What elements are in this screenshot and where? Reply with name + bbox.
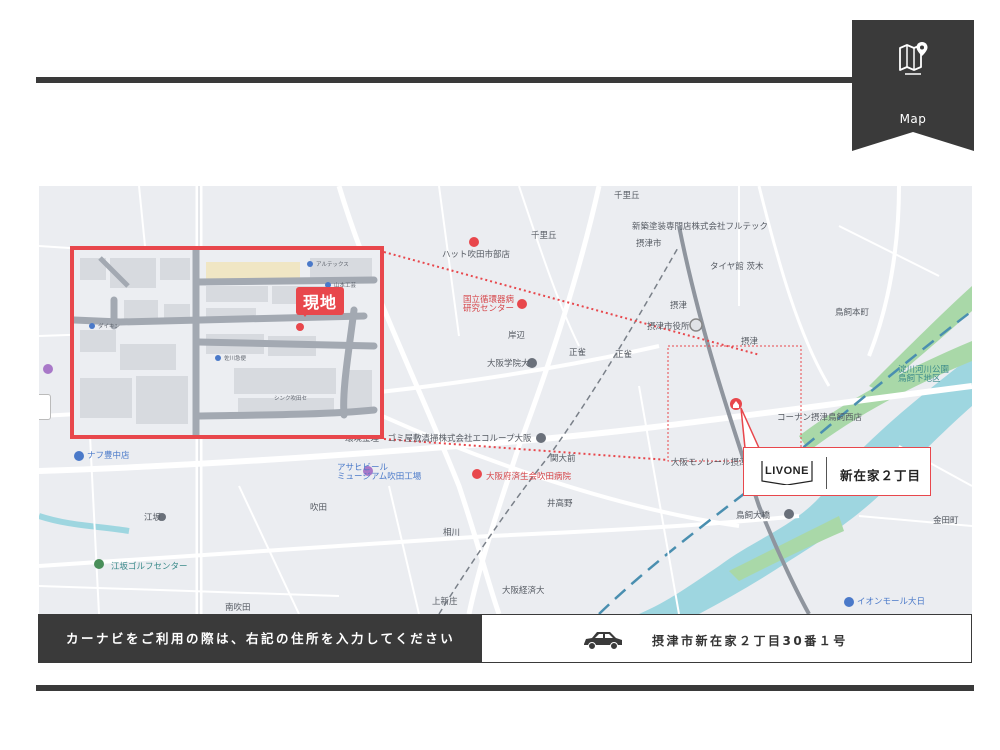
car-navi-instruction: カーナビをご利用の際は、右記の住所を入力してください (38, 614, 481, 663)
map-label: ハット吹田市部店 (442, 250, 511, 260)
map-pin-icon (899, 42, 928, 75)
map-label: 正雀 (615, 350, 633, 360)
map-label: 千里丘 (531, 231, 557, 241)
map-label: 相川 (443, 528, 461, 538)
map-label: 摂津市役所 (647, 322, 690, 332)
map-label: 江坂ゴルフセンター (111, 562, 188, 572)
map-label: コーナン摂津鳥飼西店 (777, 413, 863, 423)
site-address: 摂津市新在家２丁目30番１号 (652, 634, 848, 648)
map-label: 井高野 (547, 499, 573, 509)
map-label: 摂津 (670, 301, 688, 311)
map-label: 摂津 (741, 337, 759, 347)
map-label: 大阪経済大 (502, 586, 545, 596)
map-label: 大阪モノレール摂津 (671, 458, 748, 468)
inset-label: 佐川急便 (224, 354, 247, 362)
map-label: 淀川河川公園 鳥飼下地区 (898, 365, 950, 384)
destination-name: 新在家２丁目 (840, 468, 922, 483)
map-label: 関大前 (550, 454, 576, 464)
map-label: 鳥飼大橋 (736, 511, 771, 521)
site-detail-inset: アルテックス 山本工芸 ダイキン 佐川急便 シンク吹田セ 現地 (70, 246, 384, 439)
map-label: 江坂 (144, 513, 162, 523)
map-label: 千里丘 (614, 191, 640, 201)
map-label: 南吹田 (225, 603, 251, 613)
map-label: 正雀 (569, 348, 587, 358)
map-label: 岸辺 (508, 331, 526, 341)
destination-label-box: LIVONE 新在家２丁目 (743, 447, 931, 496)
inset-map: アルテックス 山本工芸 ダイキン 佐川急便 シンク吹田セ (74, 250, 380, 435)
top-divider (36, 77, 876, 83)
bottom-divider (36, 685, 974, 691)
destination-divider (826, 457, 827, 489)
map-label: 新築塗装専門店株式会社フルテック (632, 222, 769, 232)
map-label: 大阪学院大 (487, 359, 530, 369)
badge-label: Map (899, 112, 927, 126)
map-label: 鳥飼本町 (835, 308, 870, 318)
inset-label: アルテックス (316, 261, 349, 268)
map-section-badge: Map (852, 20, 974, 151)
map-label: 金田町 (933, 516, 959, 526)
map-label: ナフ豊中店 (87, 451, 130, 461)
map-label: アサヒビール ミュージアム吹田工場 (337, 463, 422, 482)
map-label: 上新庄 (432, 597, 458, 607)
car-icon (584, 632, 622, 650)
map-side-toggle[interactable] (39, 394, 51, 420)
map-label: タイヤ館 茨木 (710, 262, 764, 272)
livone-logo: LIVONE (761, 461, 813, 485)
site-marker-tail (300, 310, 310, 317)
map-label: 国立循環器病 研究センター (463, 295, 515, 314)
map-label: イオンモール大日 (857, 597, 926, 607)
map-label: 大阪府済生会吹田病院 (486, 472, 572, 482)
inset-label: ダイキン (98, 322, 120, 330)
livone-logo-text: LIVONE (765, 465, 809, 477)
car-navi-address-box: 摂津市新在家２丁目30番１号 (481, 614, 972, 663)
map-label: 摂津市 (636, 239, 662, 249)
map-label: 吹田 (310, 503, 328, 513)
inset-label: シンク吹田セ (274, 394, 307, 402)
